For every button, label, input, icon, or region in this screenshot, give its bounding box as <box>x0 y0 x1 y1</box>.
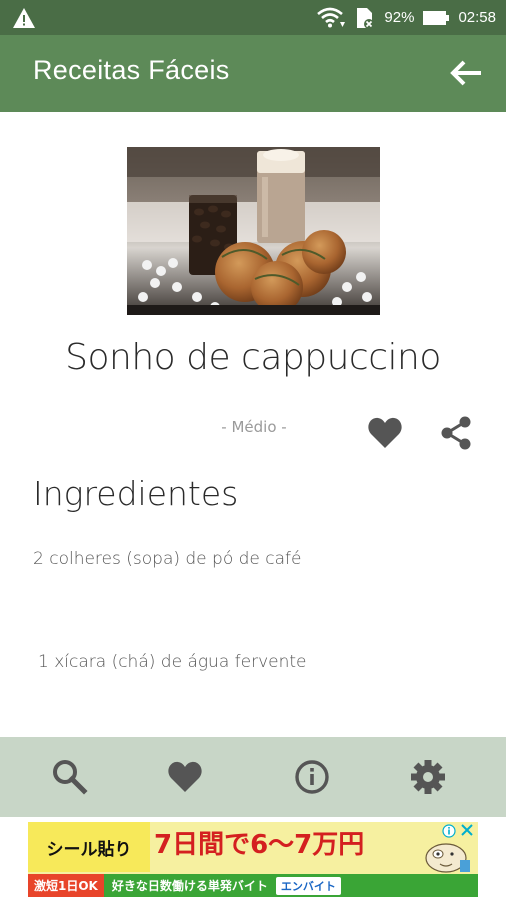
nav-favorites-button[interactable] <box>165 757 205 797</box>
ad-promo-badge: 激短1日OK <box>28 874 104 897</box>
ad-brand-logo: エンバイト <box>275 876 341 895</box>
clock: 02:58 <box>458 9 496 26</box>
ad-mascot-image <box>425 843 470 873</box>
share-icon <box>441 416 471 450</box>
app-bar: Receitas Fáceis <box>0 35 506 112</box>
ingredient-item: 1 xícara (chá) de água fervente <box>38 652 307 672</box>
ad-creative[interactable]: シール貼り 7日間で6～7万円 激短1日OK 好きな日数働ける単発バイト エンバ… <box>28 822 478 897</box>
favorite-button[interactable] <box>366 414 404 452</box>
arrow-left-icon <box>450 60 481 86</box>
ad-banner[interactable]: シール貼り 7日間で6～7万円 激短1日OK 好きな日数働ける単発バイト エンバ… <box>0 817 506 900</box>
battery-percent: 92% <box>384 9 415 26</box>
ad-close-icon[interactable] <box>459 822 475 838</box>
sim-card-icon <box>357 7 375 29</box>
heart-icon <box>368 417 402 448</box>
battery-icon <box>423 10 450 25</box>
recipe-title: Sonho de cappuccino <box>65 337 441 378</box>
nav-settings-button[interactable] <box>408 757 448 797</box>
status-icons: 92% 02:58 <box>316 0 496 35</box>
ad-bottom-strip: 激短1日OK 好きな日数働ける単発バイト エンバイト <box>28 874 478 897</box>
difficulty-label: - Médio - <box>221 418 287 436</box>
ad-sub-text: 好きな日数働ける単発バイト <box>111 879 268 893</box>
ad-left-text: シール貼り <box>28 822 150 872</box>
nav-info-button[interactable] <box>292 757 332 797</box>
ingredients-heading: Ingredientes <box>33 474 239 513</box>
nav-search-button[interactable] <box>50 757 90 797</box>
ingredient-item: 2 colheres (sopa) de pó de café <box>33 549 302 569</box>
warning-icon <box>13 8 35 28</box>
recipe-photo <box>127 147 380 315</box>
gear-icon <box>411 760 445 794</box>
ad-choices-icon[interactable] <box>442 824 456 838</box>
share-button[interactable] <box>438 414 474 452</box>
bottom-navigation <box>0 737 506 817</box>
info-icon <box>295 760 329 794</box>
heart-icon <box>168 761 202 792</box>
ad-main-text: 7日間で6～7万円 <box>154 830 365 860</box>
app-title: Receitas Fáceis <box>33 55 230 85</box>
back-button[interactable] <box>448 57 484 89</box>
status-bar: 92% 02:58 <box>0 0 506 35</box>
wifi-icon <box>317 7 346 27</box>
search-icon <box>53 760 88 795</box>
